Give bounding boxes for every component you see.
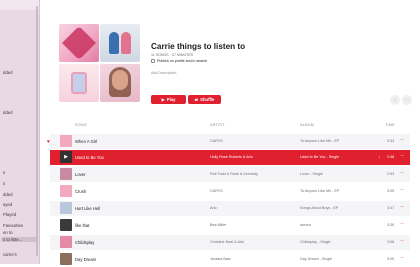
playlist-title[interactable]: Carrie things to listen to	[151, 42, 245, 51]
shuffle-button[interactable]: ⇄ Shuffle	[188, 95, 221, 104]
track-album[interactable]: Childsplay - Single	[300, 240, 331, 244]
track-artist[interactable]: Bea Miller	[210, 223, 226, 227]
track-duration: 3:33	[387, 139, 395, 143]
artwork-tile-3	[59, 64, 99, 102]
track-title: Lover	[75, 172, 86, 177]
artwork-tile-4	[100, 64, 140, 102]
shuffle-icon: ⇄	[194, 97, 199, 102]
sidebar-item[interactable]: Favourites	[3, 223, 37, 228]
track-more-icon[interactable]: ···	[400, 238, 404, 244]
track-artist[interactable]: CARYS	[210, 139, 223, 143]
artwork-tile-1	[59, 24, 99, 62]
track-duration: 3:05	[387, 189, 395, 193]
track-artwork	[60, 185, 72, 197]
track-album[interactable]: Songs About Boys - EP	[300, 206, 338, 210]
shuffle-label: Shuffle	[200, 97, 215, 102]
sidebar-item[interactable]: en to	[3, 230, 37, 235]
track-album[interactable]: To Anyone Like Me - EP	[300, 139, 339, 143]
column-header-album[interactable]: ALBUM	[300, 123, 314, 127]
loved-marker: ♥	[47, 155, 50, 161]
track-duration: 3:47	[387, 206, 395, 210]
track-artist[interactable]: CARYS	[210, 189, 223, 193]
track-more-icon[interactable]: ···	[400, 153, 404, 159]
artwork-tile-2	[100, 24, 140, 62]
sidebar-item[interactable]: Played	[3, 212, 37, 217]
track-title: When A Girl	[75, 139, 98, 144]
track-more-icon[interactable]: ···	[400, 187, 404, 193]
track-artwork	[60, 168, 72, 180]
loved-marker: ♥	[47, 139, 50, 145]
track-more-icon[interactable]: ···	[400, 221, 404, 227]
track-album[interactable]: Lover - Single	[300, 172, 323, 176]
play-button[interactable]: ▶ Play	[151, 95, 186, 104]
track-artwork	[60, 135, 72, 147]
sidebar-item[interactable]: dded	[3, 110, 37, 115]
sidebar-scrollbar[interactable]	[36, 6, 38, 256]
add-description-link[interactable]: Add Description	[151, 71, 176, 75]
track-row[interactable]: like that Bea Miller aurora 3:30 ···	[50, 218, 410, 233]
track-title: Day Dream	[75, 257, 97, 262]
download-icon[interactable]: ↓	[378, 154, 380, 159]
play-icon[interactable]: ▶	[60, 151, 72, 163]
track-title: Used to Be You	[75, 155, 104, 160]
column-header-song[interactable]: SONG	[75, 123, 87, 127]
track-duration: 2:48	[387, 155, 395, 159]
track-artist[interactable]: Arlo	[210, 206, 217, 210]
publish-checkbox[interactable]	[151, 59, 155, 63]
sidebar-item[interactable]: s	[3, 170, 37, 175]
playlist-view: Carrie things to listen to 11 SONGS · 37…	[41, 0, 420, 267]
sidebar-top	[0, 0, 39, 10]
track-artist[interactable]: Holly Rose Roberts & Arlo	[210, 155, 253, 159]
track-duration: 3:00	[387, 257, 395, 261]
track-artwork	[60, 202, 72, 214]
track-row[interactable]: ♥ When A Girl CARYS To Anyone Like Me - EP 3…	[47, 134, 410, 149]
sidebar: dded dded s s dded ayed Played Favourites en to s…	[0, 0, 40, 264]
track-title: Childsplay	[75, 240, 95, 245]
track-row[interactable]: Childsplay Christine Neal & Arlo Childspla…	[50, 235, 410, 250]
track-more-icon[interactable]: ···	[400, 170, 404, 176]
play-icon: ▶	[161, 97, 165, 102]
track-duration: 3:30	[387, 223, 395, 227]
column-header-time[interactable]: TIME	[385, 123, 395, 127]
track-artist[interactable]: Christine Neal & Arlo	[210, 240, 244, 244]
sidebar-item[interactable]: dded	[3, 192, 37, 197]
track-more-icon[interactable]: ···	[400, 255, 404, 261]
download-icon: ↓	[393, 97, 397, 103]
sidebar-item[interactable]: ayed	[3, 202, 37, 207]
track-artist[interactable]: Jessica Baio	[210, 257, 231, 261]
track-row[interactable]: ♥ ▶ ↓ Used to Be You Holly Rose Roberts & Ar…	[47, 150, 410, 165]
track-more-icon[interactable]: ···	[400, 137, 404, 143]
track-duration: 2:53	[387, 172, 395, 176]
track-artwork	[60, 236, 72, 248]
column-header-artist[interactable]: ARTIST	[210, 123, 225, 127]
track-title: like that	[75, 223, 90, 228]
track-artist[interactable]: Rob Todd & Rose & Kennedy	[210, 172, 258, 176]
sidebar-item[interactable]: s	[3, 181, 37, 186]
playlist-meta: 11 SONGS · 37 MINUTES	[151, 53, 194, 57]
track-duration: 3:08	[387, 240, 395, 244]
track-album[interactable]: To Anyone Like Me - EP	[300, 189, 339, 193]
track-row[interactable]: Lover Rob Todd & Rose & Kennedy Lover - Si…	[50, 167, 410, 182]
track-row[interactable]: Crush CARYS To Anyone Like Me - EP 3:05 ···	[50, 184, 410, 199]
publish-option[interactable]: Publish on profile and in search	[151, 59, 207, 63]
track-album[interactable]: Used to Be You - Single	[300, 155, 339, 159]
sidebar-item[interactable]: s to liste...	[1, 237, 38, 242]
track-artwork	[60, 219, 72, 231]
sidebar-item[interactable]: carrie's	[3, 252, 37, 257]
track-title: Hurt Like Hell	[75, 206, 101, 211]
publish-label: Publish on profile and in search	[157, 59, 208, 63]
sidebar-item[interactable]: dded	[3, 70, 37, 75]
more-options-button[interactable]: ···	[402, 95, 412, 105]
ellipsis-icon: ···	[404, 97, 410, 103]
track-album[interactable]: Day Dream - Single	[300, 257, 332, 261]
track-row[interactable]: Hurt Like Hell Arlo Songs About Boys - EP 3…	[50, 201, 410, 216]
track-artwork	[60, 253, 72, 265]
track-more-icon[interactable]: ···	[400, 204, 404, 210]
track-title: Crush	[75, 189, 87, 194]
download-button[interactable]: ↓	[390, 95, 400, 105]
track-album[interactable]: aurora	[300, 223, 311, 227]
play-label: Play	[166, 97, 176, 102]
track-row[interactable]: Day Dream Jessica Baio Day Dream - Single 3…	[50, 252, 410, 267]
